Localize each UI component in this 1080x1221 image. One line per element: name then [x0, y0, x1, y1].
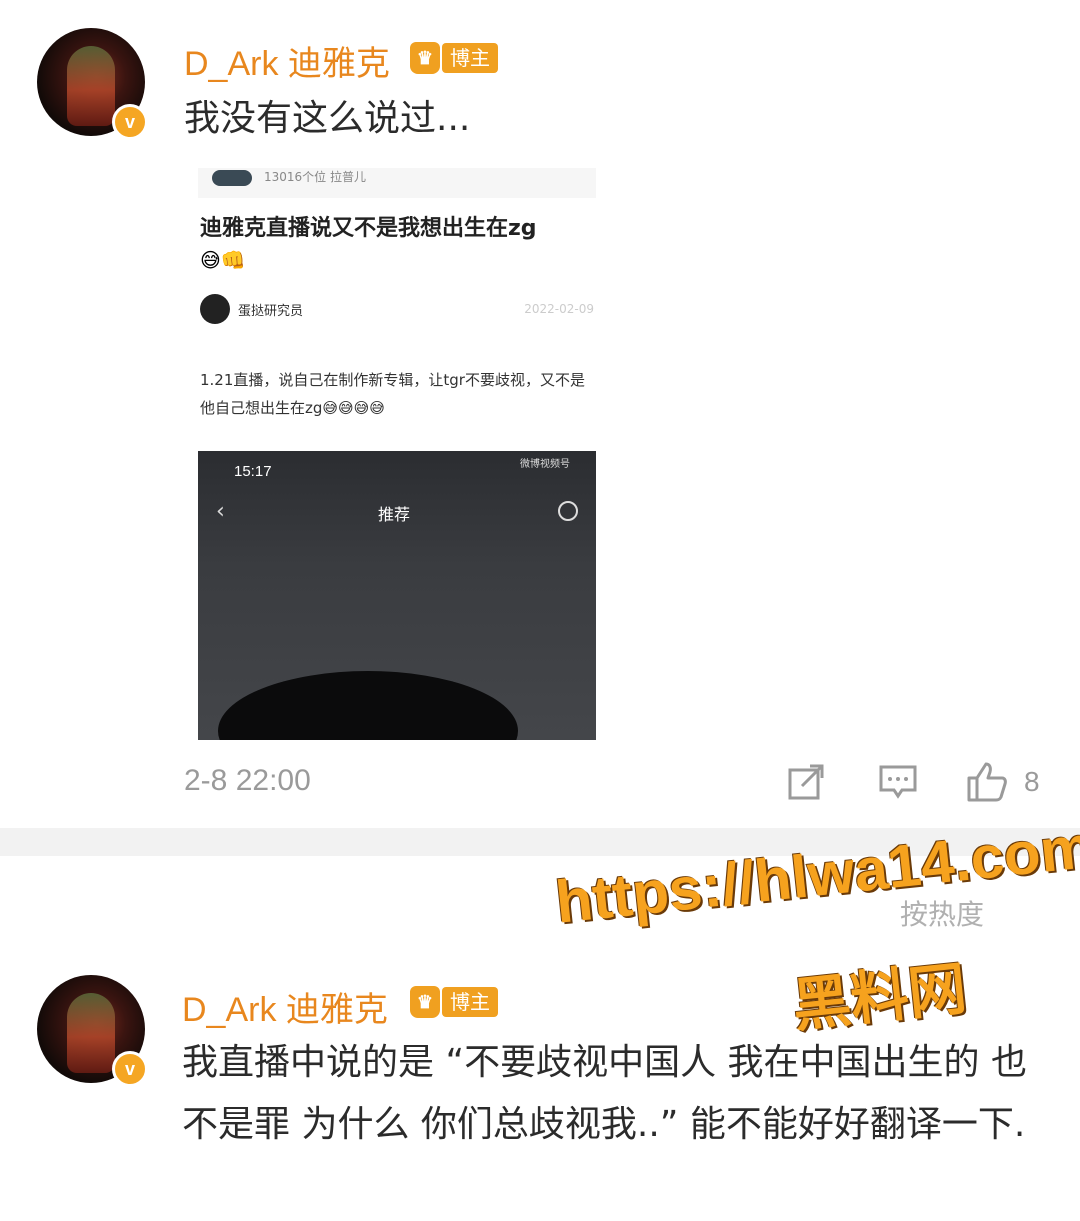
watermark-name: 黑料网 — [789, 954, 970, 1040]
embed-body: 1.21直播，说自己在制作新专辑，让tgr不要歧视，又不是他自己想出生在zg😅😅… — [200, 371, 585, 417]
comment-timestamp: 2-8 22:00 — [184, 764, 311, 797]
blogger-badge: ♛ 博主 — [410, 42, 498, 74]
verified-icon: v — [112, 104, 148, 140]
embed-header-meta: 13016个位 拉普儿 — [264, 170, 366, 184]
embedded-screenshot[interactable]: 13016个位 拉普儿 迪雅克直播说又不是我想出生在zg 😅👊 蛋挞研究员 20… — [198, 168, 596, 740]
like-icon[interactable] — [966, 762, 1008, 806]
video-status-bar: 微博视频号 — [520, 459, 570, 470]
embed-header-avatar — [212, 170, 252, 186]
embed-header: 13016个位 拉普儿 — [198, 168, 596, 198]
blogger-badge: ♛ 博主 — [410, 986, 498, 1018]
badge-label: 博主 — [442, 43, 498, 73]
share-icon[interactable] — [786, 762, 826, 806]
embed-title: 迪雅克直播说又不是我想出生在zg — [200, 216, 537, 241]
verified-icon: v — [112, 1051, 148, 1087]
search-icon — [558, 501, 578, 521]
embed-author-avatar — [200, 294, 230, 324]
video-page-title: 推荐 — [378, 505, 411, 524]
embed-video: 15:17 微博视频号 ‹ 推荐 — [198, 451, 596, 740]
comment-text: 我没有这么说过... — [184, 98, 471, 139]
badge-label: 博主 — [442, 987, 498, 1017]
comment-icon[interactable] — [878, 762, 918, 806]
video-hair-shape — [218, 671, 518, 740]
crown-icon: ♛ — [410, 986, 440, 1018]
username[interactable]: D_Ark 迪雅克 — [184, 36, 390, 85]
embed-author: 蛋挞研究员 — [238, 304, 304, 319]
crown-icon: ♛ — [410, 42, 440, 74]
comment-text: 我直播中说的是 “不要歧视中国人 我在中国出生的 也不是罪 为什么 你们总歧视我… — [182, 1042, 1027, 1145]
embed-title-emoji: 😅👊 — [200, 248, 246, 272]
video-clock: 15:17 — [234, 463, 272, 480]
embed-date: 2022-02-09 — [524, 302, 594, 316]
back-chevron-icon: ‹ — [216, 499, 225, 524]
username[interactable]: D_Ark 迪雅克 — [182, 982, 388, 1031]
like-count: 8 — [1024, 766, 1040, 797]
